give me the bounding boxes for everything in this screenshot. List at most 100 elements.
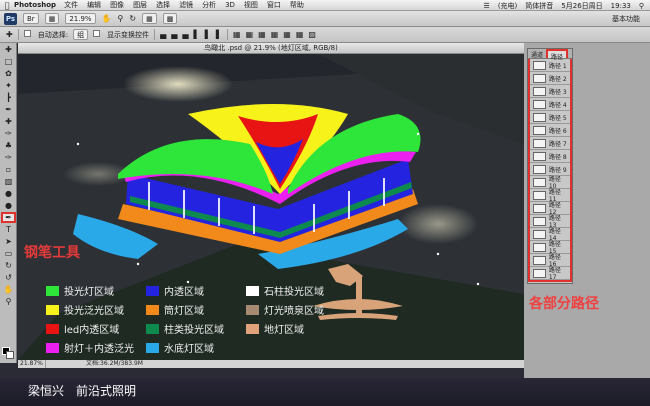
- app-name[interactable]: Photoshop: [14, 1, 56, 9]
- brush-tool-icon[interactable]: ✑: [1, 128, 16, 139]
- document-window: 鸟瞰北 .psd @ 21.9% (地灯区域, RGB/8) 钢笔工具 投光灯区…: [18, 43, 524, 368]
- document-size-info[interactable]: 文档:36.2M/383.9M: [86, 360, 143, 368]
- zoom-level-select[interactable]: 21.9%: [65, 13, 96, 24]
- view-extras-button[interactable]: ▦: [44, 13, 60, 24]
- spotlight-icon[interactable]: ⚲: [639, 2, 644, 10]
- quick-select-tool-icon[interactable]: ✦: [1, 80, 16, 91]
- caption-text: 梁恒兴 前沿式照明: [28, 384, 137, 398]
- menu-image[interactable]: 图像: [110, 0, 124, 10]
- auto-align-icon[interactable]: ▨: [308, 30, 316, 39]
- clone-stamp-tool-icon[interactable]: ♣: [1, 140, 16, 151]
- battery-status[interactable]: (充电): [498, 1, 517, 11]
- tab-channels[interactable]: 通道: [528, 49, 546, 59]
- healing-brush-tool-icon[interactable]: ✚: [1, 116, 16, 127]
- path-thumbnail: [533, 73, 546, 83]
- 3d-rotate-tool-icon[interactable]: ↻: [1, 260, 16, 271]
- document-title[interactable]: 鸟瞰北 .psd @ 21.9% (地灯区域, RGB/8): [18, 43, 524, 54]
- gradient-tool-icon[interactable]: ▨: [1, 176, 16, 187]
- type-tool-icon[interactable]: T: [1, 224, 16, 235]
- zoom-icon[interactable]: ⚲: [118, 14, 124, 23]
- menu-filter[interactable]: 滤镜: [179, 0, 193, 10]
- menu-analysis[interactable]: 分析: [202, 0, 216, 10]
- background-color-swatch[interactable]: [6, 351, 14, 359]
- path-select-tool-icon[interactable]: ➤: [1, 236, 16, 247]
- menu-view[interactable]: 视图: [244, 0, 258, 10]
- shape-tool-icon[interactable]: ▭: [1, 248, 16, 259]
- distribute-icon[interactable]: ▦: [258, 30, 266, 39]
- auto-select-checkbox[interactable]: [23, 30, 33, 39]
- wifi-icon[interactable]: ☰: [484, 2, 490, 10]
- path-item[interactable]: 路径 17: [530, 267, 570, 281]
- move-tool-icon[interactable]: ✚: [1, 44, 16, 55]
- clock[interactable]: 19:33: [611, 2, 631, 10]
- path-label: 路径 6: [549, 127, 567, 135]
- input-method[interactable]: 简体拼音: [525, 1, 553, 11]
- screen-mode-button[interactable]: ▩: [162, 13, 178, 24]
- show-transform-checkbox[interactable]: [93, 30, 102, 39]
- legend-item: 内透区域: [146, 283, 204, 298]
- align-left-icon[interactable]: ▌: [194, 30, 200, 39]
- apple-icon[interactable]: : [0, 1, 14, 10]
- path-thumbnail: [533, 138, 546, 148]
- blur-tool-icon[interactable]: ●: [1, 188, 16, 199]
- align-right-icon[interactable]: ▌: [216, 30, 222, 39]
- legend-label: 内透区域: [164, 287, 204, 298]
- pen-tool-icon[interactable]: ✒: [1, 212, 16, 223]
- legend-item: 水底灯区域: [146, 340, 214, 355]
- distribute-icon[interactable]: ▦: [246, 30, 254, 39]
- path-item[interactable]: 路径 6: [530, 124, 570, 137]
- distribute-icon[interactable]: ▦: [296, 30, 304, 39]
- align-top-icon[interactable]: ▄: [160, 30, 166, 39]
- rotate-icon[interactable]: ↻: [129, 14, 136, 23]
- menu-window[interactable]: 窗口: [267, 0, 281, 10]
- path-label: 路径 8: [549, 153, 567, 161]
- path-item[interactable]: 路径 1: [530, 59, 570, 72]
- distribute-icon[interactable]: ▦: [283, 30, 291, 39]
- align-middle-icon[interactable]: ▄: [171, 30, 177, 39]
- legend-label: 投光灯区域: [64, 287, 114, 298]
- dodge-tool-icon[interactable]: ●: [1, 200, 16, 211]
- crop-tool-icon[interactable]: ┣: [1, 92, 16, 103]
- path-item[interactable]: 路径 2: [530, 72, 570, 85]
- path-thumbnail: [533, 99, 546, 109]
- bridge-button[interactable]: Br: [23, 13, 39, 24]
- path-thumbnail: [533, 125, 546, 135]
- menu-help[interactable]: 帮助: [290, 0, 304, 10]
- path-item[interactable]: 路径 4: [530, 98, 570, 111]
- status-zoom-field[interactable]: 21.87%: [18, 360, 46, 368]
- marquee-tool-icon[interactable]: □: [1, 56, 16, 67]
- menu-edit[interactable]: 编辑: [87, 0, 101, 10]
- date[interactable]: 5月26日周日: [561, 1, 602, 11]
- tab-paths[interactable]: 路径: [546, 49, 569, 61]
- menu-file[interactable]: 文件: [64, 0, 78, 10]
- distribute-icon[interactable]: ▦: [233, 30, 241, 39]
- lasso-tool-icon[interactable]: ✿: [1, 68, 16, 79]
- menu-select[interactable]: 选择: [156, 0, 170, 10]
- align-bottom-icon[interactable]: ▄: [182, 30, 188, 39]
- path-thumbnail: [533, 229, 546, 239]
- eyedropper-tool-icon[interactable]: ✒: [1, 104, 16, 115]
- hand-icon[interactable]: ✋: [102, 14, 112, 23]
- path-item[interactable]: 路径 7: [530, 137, 570, 150]
- arrange-documents-button[interactable]: ▦: [142, 13, 157, 24]
- paths-panel-tabs: 通道 路径: [528, 49, 572, 61]
- zoom-tool-icon[interactable]: ⚲: [1, 296, 16, 307]
- move-tool-icon[interactable]: ✚: [6, 30, 13, 39]
- path-label: 路径 1: [549, 62, 567, 70]
- menu-layer[interactable]: 图层: [133, 0, 147, 10]
- auto-select-dropdown[interactable]: 组: [73, 29, 89, 40]
- canvas[interactable]: 钢笔工具 投光灯区域 内透区域 石柱投光区域 投光泛光区域 筒灯区域 灯光喷泉区…: [18, 54, 524, 360]
- photoshop-logo-icon: Ps: [4, 12, 17, 25]
- history-brush-tool-icon[interactable]: ✑: [1, 152, 16, 163]
- eraser-tool-icon[interactable]: ▫: [1, 164, 16, 175]
- workspace-switcher[interactable]: 基本功能: [612, 14, 640, 24]
- hand-tool-icon[interactable]: ✋: [1, 284, 16, 295]
- menu-3d[interactable]: 3D: [225, 1, 235, 9]
- 3d-camera-tool-icon[interactable]: ↺: [1, 272, 16, 283]
- path-item[interactable]: 路径 5: [530, 111, 570, 124]
- align-center-icon[interactable]: ▌: [205, 30, 211, 39]
- path-item[interactable]: 路径 8: [530, 150, 570, 163]
- distribute-icon[interactable]: ▦: [271, 30, 279, 39]
- divider: [154, 29, 156, 40]
- path-item[interactable]: 路径 3: [530, 85, 570, 98]
